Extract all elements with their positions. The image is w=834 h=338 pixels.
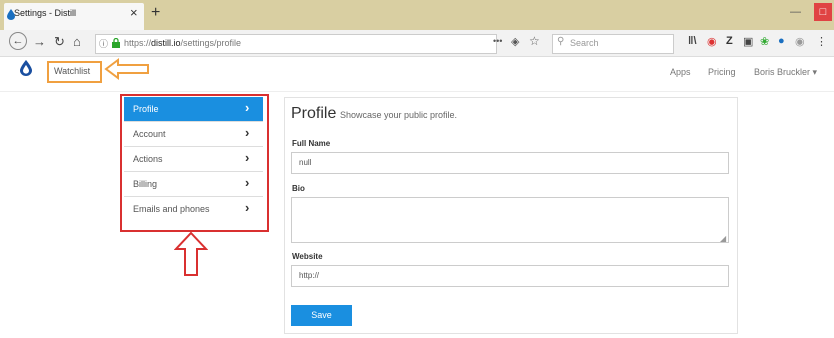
user-menu[interactable]: Boris Bruckler ▾: [754, 67, 817, 78]
watchlist-link[interactable]: Watchlist: [54, 66, 90, 76]
reload-icon[interactable]: ↻: [54, 34, 65, 50]
full-name-field[interactable]: [291, 152, 729, 174]
save-button[interactable]: Save: [291, 305, 352, 326]
full-name-label: Full Name: [292, 139, 331, 148]
sidebar-item-account[interactable]: Account ›: [124, 122, 263, 147]
sidebar-item-emails-and-phones[interactable]: Emails and phones ›: [124, 197, 263, 221]
sidebar-item-profile[interactable]: Profile ›: [124, 97, 263, 122]
sidebar-item-billing[interactable]: Billing ›: [124, 172, 263, 197]
bookmark-star-icon[interactable]: ☆: [529, 34, 540, 48]
tab-title: Settings - Distill: [14, 8, 77, 18]
page-subtitle: Showcase your public profile.: [340, 110, 458, 120]
nav-pricing[interactable]: Pricing: [708, 67, 736, 77]
chevron-right-icon: ›: [245, 125, 250, 140]
shield-icon[interactable]: ◉: [795, 35, 805, 48]
left-arrow-annotation-icon: [104, 58, 149, 80]
sidebar-item-actions[interactable]: Actions ›: [124, 147, 263, 172]
info-icon[interactable]: ⓘ: [99, 37, 108, 50]
distill-toolbar-icon[interactable]: ●: [778, 35, 785, 47]
chevron-right-icon: ›: [245, 200, 250, 215]
chevron-right-icon: ›: [245, 150, 250, 165]
new-tab-icon[interactable]: +: [151, 4, 160, 22]
resize-handle-icon[interactable]: ◢: [720, 234, 726, 243]
home-icon[interactable]: ⌂: [73, 34, 81, 49]
sidebar-item-label: Account: [133, 129, 166, 139]
website-field[interactable]: [291, 265, 729, 287]
url-text: https://distill.io/settings/profile: [124, 38, 242, 48]
pocket-icon[interactable]: ◈: [511, 35, 519, 48]
zotero-icon[interactable]: Z: [726, 35, 733, 47]
full-name-value: null: [299, 158, 312, 167]
nav-apps[interactable]: Apps: [670, 67, 691, 77]
distill-logo-icon[interactable]: [20, 60, 32, 76]
sidebar-item-label: Emails and phones: [133, 204, 210, 214]
website-value: http://: [299, 271, 320, 280]
window-close-icon[interactable]: □: [814, 3, 832, 21]
screenshot-icon[interactable]: ▣: [743, 35, 753, 48]
forward-icon[interactable]: →: [33, 34, 46, 49]
chevron-right-icon: ›: [245, 100, 250, 115]
sidebar-item-label: Profile: [133, 104, 159, 114]
page-actions-icon[interactable]: •••: [493, 36, 502, 46]
block-icon[interactable]: ◉: [707, 35, 717, 48]
chevron-right-icon: ›: [245, 175, 250, 190]
bio-textarea[interactable]: [291, 197, 729, 243]
up-arrow-annotation-icon: [174, 231, 208, 276]
lock-icon: [112, 38, 120, 48]
bio-label: Bio: [292, 184, 305, 193]
website-label: Website: [292, 252, 323, 261]
library-icon[interactable]: ‖\: [688, 35, 697, 47]
extension-icon[interactable]: ❀: [760, 35, 769, 48]
tab-close-icon[interactable]: ×: [130, 5, 138, 20]
page-title: Profile: [291, 105, 337, 122]
minimize-icon[interactable]: —: [790, 6, 801, 18]
sidebar-item-label: Billing: [133, 179, 158, 189]
menu-icon[interactable]: ⋮: [816, 35, 827, 48]
sidebar-item-label: Actions: [133, 154, 163, 164]
back-icon[interactable]: ←: [9, 32, 27, 50]
search-icon: ⚲: [557, 36, 565, 47]
search-placeholder: Search: [570, 38, 599, 48]
